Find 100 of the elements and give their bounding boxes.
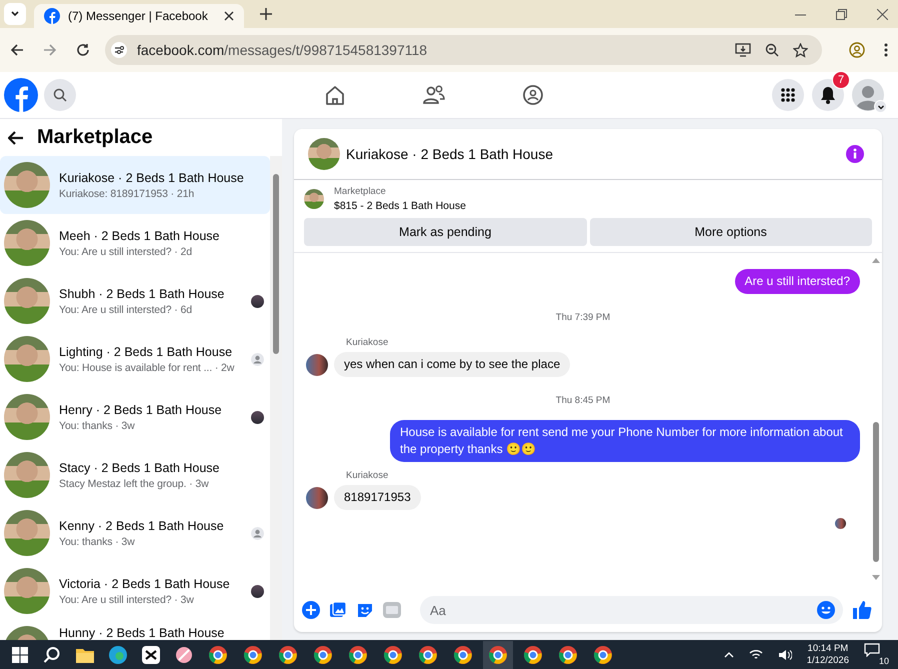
reload-icon[interactable]: [76, 43, 90, 57]
chrome-browser-icon[interactable]: [483, 640, 513, 668]
notification-count-badge: 7: [832, 71, 850, 89]
sender-name: Kuriakose: [346, 470, 390, 481]
listing-action-button[interactable]: More options: [590, 218, 872, 246]
volume-icon[interactable]: [778, 648, 792, 660]
zoom-icon[interactable]: [765, 43, 779, 57]
home-icon[interactable]: [324, 84, 346, 106]
sender-avatar: [306, 486, 328, 508]
folder-icon[interactable]: [76, 646, 94, 662]
account-avatar[interactable]: [852, 79, 884, 111]
house-photo-placeholder: [4, 394, 50, 440]
house-photo-placeholder: [308, 138, 340, 170]
install-app-icon[interactable]: [735, 43, 751, 57]
conversation-name: Kuriakose · 2 Beds 1 Bath House: [59, 170, 245, 184]
message-icon: [864, 642, 880, 656]
conversation-item[interactable]: Henry · 2 Beds 1 Bath House You: thanks · 3w: [0, 388, 270, 446]
conversation-item[interactable]: Victoria · 2 Beds 1 Bath House You: Are u still intersted? · 3w: [0, 562, 270, 620]
restore-icon[interactable]: [836, 8, 847, 20]
conversation-item[interactable]: Meeh · 2 Beds 1 Bath House You: Are u still intersted? · 2d: [0, 214, 270, 272]
close-icon[interactable]: [224, 11, 234, 21]
facebook-logo-icon[interactable]: [4, 78, 38, 112]
message-timestamp: Thu 8:45 PM: [554, 395, 612, 406]
conversation-preview: You: Are u still intersted? · 2d: [59, 246, 193, 258]
seen-avatar: [251, 526, 264, 540]
seen-avatar: [251, 410, 264, 424]
clock-date: 1/12/2026: [806, 654, 849, 666]
sticker-icon[interactable]: [356, 601, 374, 619]
conversation-name: Victoria · 2 Beds 1 Bath House: [59, 576, 231, 590]
chat-title: Kuriakose · 2 Beds 1 Bath House: [346, 146, 554, 162]
sidebar-title: Marketplace: [37, 126, 153, 149]
conversation-item[interactable]: Kuriakose · 2 Beds 1 Bath House Kuriakose: 8189171953 · 21h: [0, 156, 270, 214]
conversation-preview: You: Are u still intersted? · 6d: [59, 304, 193, 316]
seen-avatar: [251, 584, 264, 598]
clock-time: 10:14 PM: [808, 642, 848, 654]
bookmark-star-icon[interactable]: [793, 42, 808, 58]
sender-avatar: [306, 354, 328, 376]
chevron-up-icon[interactable]: [724, 650, 734, 658]
search-icon[interactable]: [43, 646, 61, 664]
forward-arrow-icon[interactable]: [43, 43, 57, 57]
caret-icon: [10, 9, 20, 19]
notification-center-button[interactable]: 10: [864, 642, 890, 666]
listing-title: $815 - 2 Beds 1 Bath House: [334, 200, 466, 212]
received-message-bubble: 8189171953: [334, 485, 421, 510]
message-timestamp: Thu 7:39 PM: [554, 312, 612, 323]
facebook-logo-icon: [44, 8, 60, 24]
message-input-field[interactable]: Aa: [420, 596, 843, 624]
address-bar[interactable]: facebook.com/messages/t/9987154581397118: [105, 35, 822, 65]
groups-icon[interactable]: [522, 84, 544, 106]
listing-label: Marketplace: [334, 186, 387, 197]
house-photo-placeholder: [4, 452, 50, 498]
plus-icon[interactable]: [302, 601, 320, 619]
conversation-item[interactable]: Lighting · 2 Beds 1 Bath House You: House is available for rent ... · 2w: [0, 330, 270, 388]
house-photo-placeholder: [4, 220, 50, 266]
windows-start-icon[interactable]: [12, 646, 28, 662]
close-icon[interactable]: [877, 8, 888, 20]
scrollbar[interactable]: [270, 156, 282, 640]
info-icon[interactable]: [846, 145, 864, 163]
tab-list-button[interactable]: [4, 3, 26, 25]
house-photo-placeholder: [4, 568, 50, 614]
search-icon: [53, 88, 67, 102]
emoji-icon[interactable]: [817, 601, 835, 619]
new-tab-icon[interactable]: [260, 8, 272, 20]
wifi-icon[interactable]: [748, 648, 763, 660]
conversation-item[interactable]: Stacy · 2 Beds 1 Bath House Stacy Mestaz left the group. · 3w: [0, 446, 270, 504]
house-photo-placeholder: [4, 510, 50, 556]
profile-icon[interactable]: [849, 42, 865, 58]
house-photo-placeholder: [304, 189, 324, 209]
conversation-name: Stacy · 2 Beds 1 Bath House: [59, 460, 221, 474]
sent-message-bubble: Are u still intersted?: [734, 269, 860, 294]
site-settings-icon[interactable]: [111, 42, 127, 58]
conversation-preview: You: Are u still intersted? · 3w: [59, 594, 195, 606]
conversation-item[interactable]: Shubh · 2 Beds 1 Bath House You: Are u still intersted? · 6d: [0, 272, 270, 330]
browser-tab[interactable]: (7) Messenger | Facebook: [34, 4, 244, 28]
image-icon[interactable]: [329, 601, 347, 619]
back-arrow-icon[interactable]: [8, 130, 24, 144]
menu-icon[interactable]: [884, 43, 888, 57]
conversation-preview: You: House is available for rent ... · 2w: [59, 362, 236, 374]
back-arrow-icon[interactable]: [10, 43, 24, 57]
conversation-name: Shubh · 2 Beds 1 Bath House: [59, 286, 226, 300]
bell-icon: [820, 86, 836, 104]
search-button[interactable]: [44, 79, 76, 111]
seen-avatar: [251, 352, 264, 366]
received-message-bubble: yes when can i come by to see the place: [334, 352, 570, 377]
conversation-name: Kenny · 2 Beds 1 Bath House: [59, 518, 225, 532]
house-photo-placeholder: [4, 278, 50, 324]
house-photo-placeholder: [4, 162, 50, 208]
listing-action-button[interactable]: Mark as pending: [304, 218, 586, 246]
conversation-name: Hunny · 2 Beds 1 Bath House: [59, 626, 226, 640]
conversation-item[interactable]: Kenny · 2 Beds 1 Bath House You: thanks · 3w: [0, 504, 270, 562]
sent-message-bubble: House is available for rent send me your Phone Number for more information about the property thanks 🙂🙂: [390, 420, 860, 462]
conversation-preview: You: thanks · 3w: [59, 420, 136, 432]
sender-name: Kuriakose: [346, 337, 390, 348]
friends-icon[interactable]: [422, 84, 446, 106]
grid-icon: [780, 87, 796, 103]
conversation-preview: You: thanks · 3w: [59, 536, 136, 548]
seen-avatar: [251, 294, 264, 308]
apps-menu-button[interactable]: [772, 79, 804, 111]
conversation-name: Lighting · 2 Beds 1 Bath House: [59, 344, 234, 358]
thumbs-up-icon[interactable]: [852, 600, 872, 620]
